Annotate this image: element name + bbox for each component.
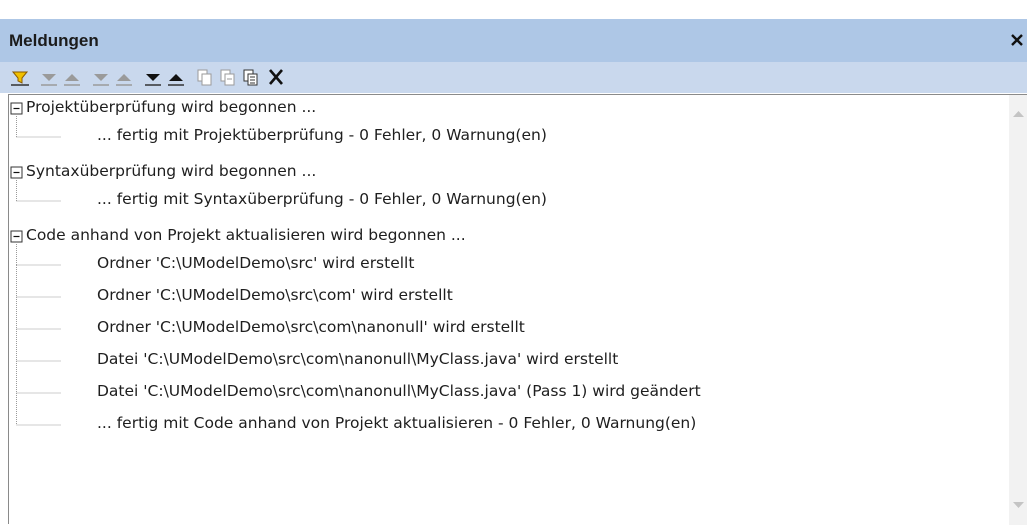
- next-message-icon[interactable]: [142, 66, 164, 88]
- prev-warning-icon[interactable]: [113, 66, 135, 88]
- message-row[interactable]: ... fertig mit Projektüberprüfung - 0 Fe…: [97, 126, 547, 144]
- message-row[interactable]: Ordner 'C:\UModelDemo\src\com\nanonull' …: [97, 318, 525, 336]
- prev-error-icon[interactable]: [61, 66, 83, 88]
- messages-list: Projektüberprüfung wird begonnen ... ... …: [8, 94, 1027, 525]
- copy-branch-icon[interactable]: [217, 66, 239, 88]
- scroll-up-arrow-icon[interactable]: [1012, 109, 1025, 119]
- message-row[interactable]: Datei 'C:\UModelDemo\src\com\nanonull\My…: [97, 350, 618, 368]
- close-icon[interactable]: [1008, 29, 1026, 51]
- scroll-down-arrow-icon[interactable]: [1012, 500, 1025, 510]
- message-group-header[interactable]: Syntaxüberprüfung wird begonnen ...: [26, 162, 316, 180]
- next-warning-icon[interactable]: [90, 66, 112, 88]
- filter-icon[interactable]: [8, 66, 32, 88]
- message-group-header[interactable]: Projektüberprüfung wird begonnen ...: [26, 98, 316, 116]
- panel-title: Meldungen: [9, 31, 99, 50]
- message-row[interactable]: ... fertig mit Code anhand von Projekt a…: [97, 414, 696, 432]
- prev-message-icon[interactable]: [165, 66, 187, 88]
- message-row[interactable]: ... fertig mit Syntaxüberprüfung - 0 Feh…: [97, 190, 547, 208]
- tree-lines: [10, 102, 61, 426]
- copy-all-icon[interactable]: [240, 66, 262, 88]
- copy-line-icon[interactable]: [194, 66, 216, 88]
- message-group-header[interactable]: Code anhand von Projekt aktualisieren wi…: [26, 226, 466, 244]
- vertical-scrollbar[interactable]: [1009, 95, 1027, 525]
- messages-window: Meldungen Projektüberprüfung wird begonn…: [0, 0, 1027, 525]
- message-row[interactable]: Ordner 'C:\UModelDemo\src\com' wird erst…: [97, 286, 453, 304]
- toolbar: [0, 62, 1027, 93]
- message-row[interactable]: Ordner 'C:\UModelDemo\src' wird erstellt: [97, 254, 414, 272]
- message-row[interactable]: Datei 'C:\UModelDemo\src\com\nanonull\My…: [97, 382, 701, 400]
- clear-icon[interactable]: [265, 66, 287, 88]
- title-bar: Meldungen: [0, 19, 1027, 62]
- next-error-icon[interactable]: [38, 66, 60, 88]
